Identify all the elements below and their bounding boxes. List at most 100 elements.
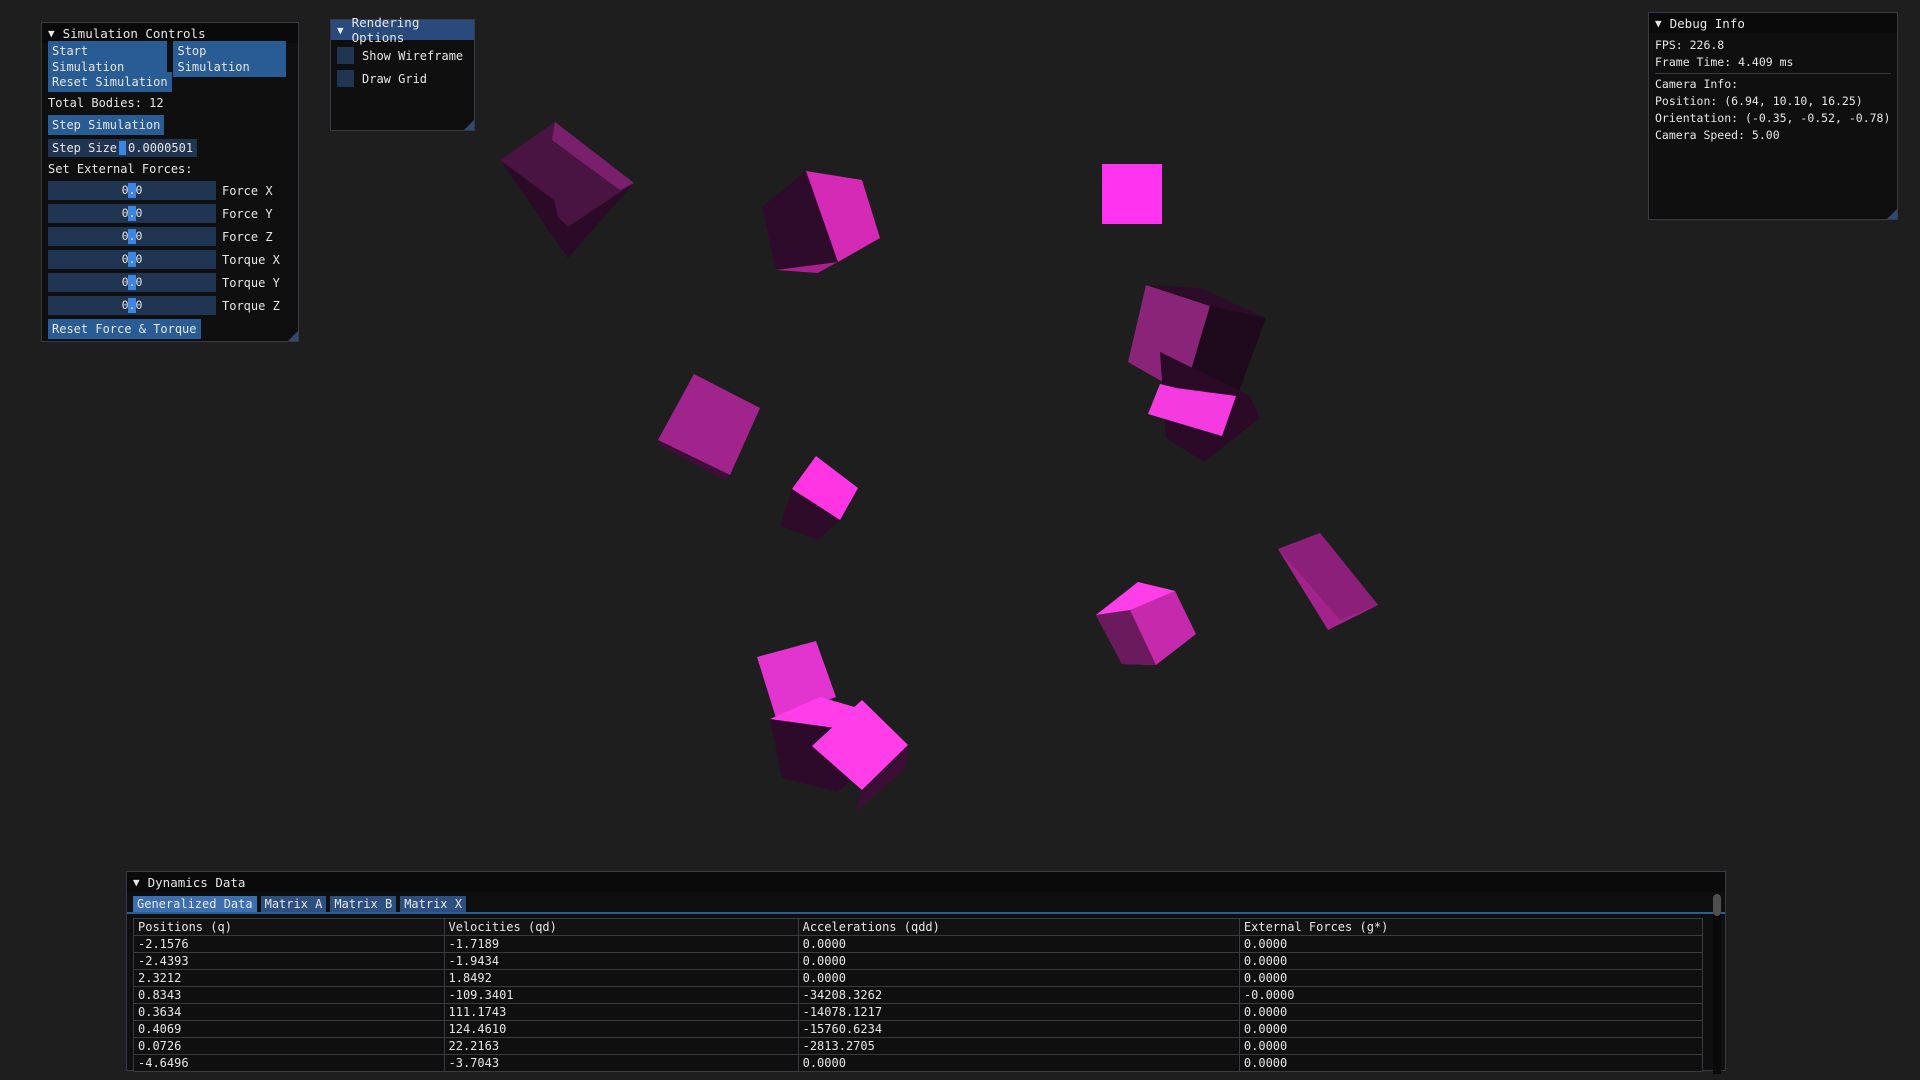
cube-body [762,171,880,273]
table-cell: 0.0000 [1238,1037,1704,1055]
resize-grip[interactable] [288,331,298,341]
camera-orientation-text: Orientation: (-0.35, -0.52, -0.78) [1655,111,1891,125]
cube-body [1128,285,1266,462]
fps-text: FPS: 226.8 [1655,38,1725,52]
collapse-arrow-icon[interactable]: ▼ [337,24,344,37]
slider-row: 0.0 Force X [48,179,292,202]
show-wireframe-checkbox[interactable] [337,47,354,64]
step-size-label: Step Size [52,140,118,155]
slider-torque-x[interactable]: 0.0 [48,250,216,269]
cube-body [658,374,760,480]
simulation-controls-window[interactable]: ▼ Simulation Controls Start Simulation S… [41,22,299,342]
camera-position-text: Position: (6.94, 10.10, 16.25) [1655,94,1863,108]
slider-force-x[interactable]: 0.0 [48,181,216,200]
tab-matrix-x[interactable]: Matrix X [400,896,466,912]
slider-label: Torque Z [222,298,280,313]
table-row: -4.6496 -3.7043 0.0000 0.0000 [133,1054,1704,1072]
table-cell: -109.3401 [443,986,799,1004]
step-simulation-button[interactable]: Step Simulation [48,114,165,135]
scrollbar[interactable] [1713,894,1721,1074]
table-cell: 0.8343 [133,986,445,1004]
table-header: Velocities (qd) [443,918,799,936]
table-cell: 0.0000 [797,1054,1240,1072]
draw-grid-label: Draw Grid [362,71,428,86]
table-cell: -0.0000 [1238,986,1704,1004]
tab-matrix-b[interactable]: Matrix B [330,896,397,912]
slider-value: 0.0 [121,229,143,243]
window-title: Rendering Options [351,15,420,45]
collapse-arrow-icon[interactable]: ▼ [1655,17,1662,30]
external-forces-label: Set External Forces: [48,162,193,176]
draw-grid-checkbox[interactable] [337,70,354,87]
table-cell: 0.0000 [1238,935,1704,953]
rendering-options-titlebar[interactable]: ▼ Rendering Options [331,15,474,45]
collapse-arrow-icon[interactable]: ▼ [48,27,55,40]
dynamics-data-titlebar[interactable]: ▼ Dynamics Data [127,872,1725,892]
step-size-value: 0.0000501 [128,140,194,155]
camera-speed-text: Camera Speed: 5.00 [1655,128,1780,142]
tab-matrix-a[interactable]: Matrix A [260,896,327,912]
show-wireframe-label: Show Wireframe [362,48,464,63]
scrollbar-thumb[interactable] [1713,894,1721,916]
table-row: 0.8343 -109.3401 -34208.3262 -0.0000 [133,986,1704,1004]
collapse-arrow-icon[interactable]: ▼ [133,876,140,889]
tab-bar: Generalized Data Matrix A Matrix B Matri… [127,892,1725,914]
slider-label: Force Z [222,229,273,244]
slider-value: 0.0 [121,183,143,197]
table-cell: -34208.3262 [797,986,1240,1004]
table-cell: 2.3212 [133,969,445,987]
table-cell: 0.0726 [133,1037,445,1055]
rendering-options-window[interactable]: ▼ Rendering Options Show Wireframe Draw … [330,15,475,131]
table-row: 2.3212 1.8492 0.0000 0.0000 [133,969,1704,987]
slider-torque-z[interactable]: 0.0 [48,296,216,315]
slider-force-z[interactable]: 0.0 [48,227,216,246]
dynamics-table: Positions (q) Velocities (qd) Accelerati… [133,918,1704,1072]
slider-value: 0.0 [121,252,143,266]
slider-row: 0.0 Force Z [48,225,292,248]
resize-grip[interactable] [1887,209,1897,219]
cube-body [1102,164,1162,224]
camera-info-label: Camera Info: [1655,77,1739,91]
debug-info-titlebar[interactable]: ▼ Debug Info [1649,13,1897,33]
cube-body [500,122,634,258]
slider-row: 0.0 Torque X [48,248,292,271]
table-header: Positions (q) [133,918,445,936]
slider-label: Torque X [222,252,280,267]
table-cell: 0.4069 [133,1020,445,1038]
table-cell: 0.0000 [1238,969,1704,987]
tab-generalized-data[interactable]: Generalized Data [133,896,257,912]
table-cell: 1.8492 [443,969,799,987]
table-row: 0.4069 124.4610 -15760.6234 0.0000 [133,1020,1704,1038]
total-bodies-text: Total Bodies: 12 [48,96,164,110]
cube-body [1278,533,1378,630]
window-title: Debug Info [1669,15,1745,31]
slider-force-y[interactable]: 0.0 [48,204,216,223]
stop-simulation-button[interactable]: Stop Simulation [173,40,286,77]
table-cell: -1.9434 [443,952,799,970]
slider-label: Torque Y [222,275,280,290]
slider-torque-y[interactable]: 0.0 [48,273,216,292]
table-cell: 0.0000 [1238,1020,1704,1038]
resize-grip[interactable] [464,120,474,130]
reset-force-torque-button[interactable]: Reset Force & Torque [48,318,201,339]
slider-row: 0.0 Torque Y [48,271,292,294]
slider-value: 0.0 [121,298,143,312]
table-cell: -1.7189 [443,935,799,953]
table-cell: 0.0000 [1238,952,1704,970]
cube-body [1096,582,1196,665]
dynamics-data-window[interactable]: ▼ Dynamics Data Generalized Data Matrix … [126,871,1726,1074]
debug-info-window[interactable]: ▼ Debug Info FPS: 226.8 Frame Time: 4.40… [1648,12,1898,220]
cube-body [757,641,908,812]
step-size-input[interactable]: Step Size 0.0000501 [48,138,198,157]
frame-time-text: Frame Time: 4.409 ms [1655,55,1794,69]
table-cell: 0.3634 [133,1003,445,1021]
slider-label: Force Y [222,206,273,221]
table-cell: -2.1576 [133,935,445,953]
reset-simulation-button[interactable]: Reset Simulation [48,71,172,92]
window-title: Dynamics Data [147,874,246,890]
table-cell: 111.1743 [443,1003,799,1021]
slider-row: 0.0 Torque Z [48,294,292,317]
table-header: External Forces (g*) [1238,918,1704,936]
text-cursor [119,140,127,155]
table-cell: 0.0000 [1238,1003,1704,1021]
